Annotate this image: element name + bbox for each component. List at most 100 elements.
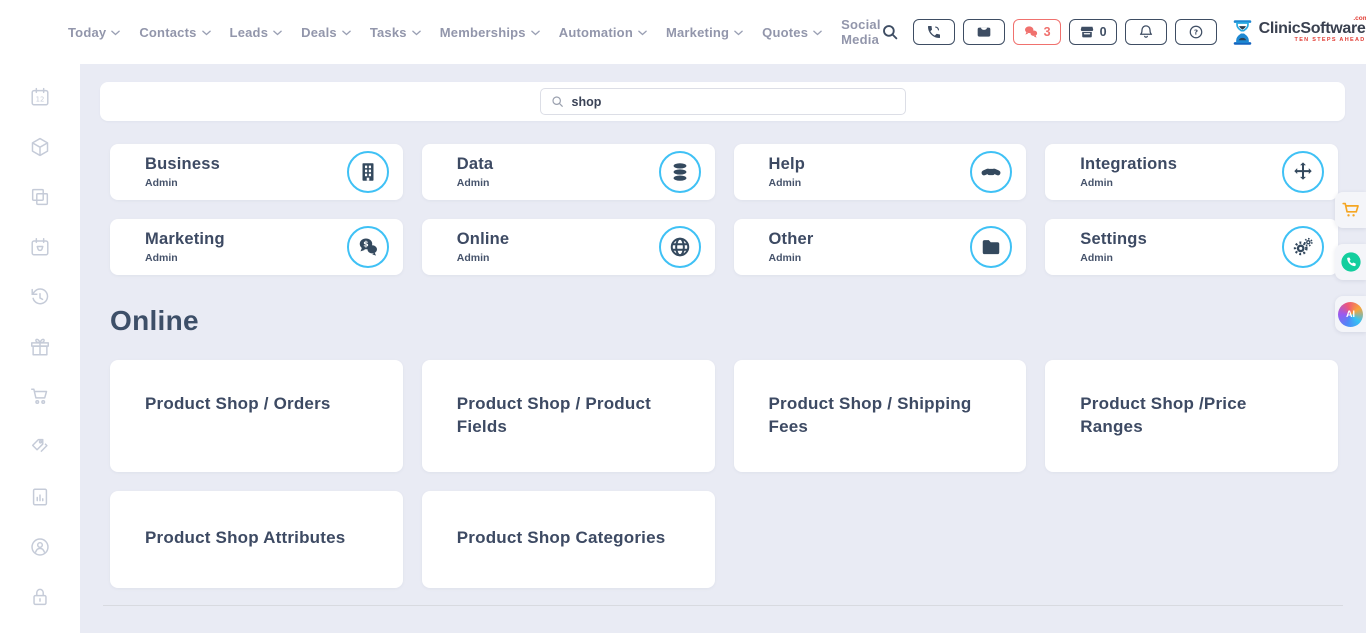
ai-widget[interactable]: AI (1335, 296, 1366, 332)
left-sidebar: 12 (0, 64, 80, 633)
result-card-shipping-fees[interactable]: Product Shop / Shipping Fees (734, 360, 1027, 472)
category-card-business[interactable]: Business Admin (110, 144, 403, 200)
category-subtitle: Admin (457, 252, 510, 264)
nav-item-marketing[interactable]: Marketing (666, 25, 743, 40)
category-card-online[interactable]: Online Admin (422, 219, 715, 275)
admin-category-grid: Business Admin Data Admin Help Admin (110, 144, 1338, 275)
chat-badge: 3 (1044, 25, 1051, 39)
result-title: Product Shop Attributes (145, 528, 345, 547)
nav-item-automation[interactable]: Automation (559, 25, 647, 40)
search-box (540, 88, 906, 115)
sidebar-item-calendar[interactable]: 12 (27, 86, 53, 112)
nav-item-label: Memberships (440, 25, 526, 40)
account-icon (27, 536, 53, 558)
nav-item-label: Contacts (139, 25, 196, 40)
sidebar-item-reports[interactable] (27, 486, 53, 512)
sidebar-item-gifts[interactable] (27, 336, 53, 362)
search-input[interactable] (572, 95, 895, 109)
cart-orange-icon (1340, 199, 1362, 221)
brand-tagline: TEN STEPS AHEAD (1259, 38, 1366, 44)
pos-badge: 0 (1100, 25, 1107, 39)
category-card-integrations[interactable]: Integrations Admin (1045, 144, 1338, 200)
main-nav: Today Contacts Leads Deals Tasks Members… (68, 17, 881, 47)
category-card-marketing[interactable]: Marketing Admin $ (110, 219, 403, 275)
nav-item-tasks[interactable]: Tasks (370, 25, 421, 40)
nav-item-social-media[interactable]: Social Media (841, 17, 881, 47)
chevron-down-icon (638, 30, 647, 36)
category-title: Other (769, 230, 814, 249)
chat-button[interactable]: 3 (1013, 19, 1061, 45)
nav-item-label: Quotes (762, 25, 808, 40)
nav-item-deals[interactable]: Deals (301, 25, 351, 40)
notifications-button[interactable] (1125, 19, 1167, 45)
brand-hourglass-icon (1231, 19, 1254, 46)
svg-text:$: $ (363, 240, 368, 249)
category-subtitle: Admin (1080, 252, 1147, 264)
pos-button[interactable]: 0 (1069, 19, 1117, 45)
category-card-help[interactable]: Help Admin (734, 144, 1027, 200)
nav-item-memberships[interactable]: Memberships (440, 25, 540, 40)
floating-widget-stack: AI (1335, 192, 1366, 332)
history-icon (27, 286, 53, 308)
chat-bubbles-icon (1023, 24, 1039, 40)
svg-text:?: ? (1193, 28, 1197, 37)
category-subtitle: Admin (1080, 177, 1177, 189)
cart-widget[interactable] (1335, 192, 1366, 228)
sidebar-item-products[interactable] (27, 136, 53, 162)
search-input-icon (551, 95, 564, 108)
handshake-icon (980, 161, 1002, 183)
whatsapp-widget[interactable] (1335, 244, 1366, 280)
help-button[interactable]: ? (1175, 19, 1217, 45)
nav-item-label: Tasks (370, 25, 407, 40)
category-icon-circle: $ (347, 226, 389, 268)
result-card-categories[interactable]: Product Shop Categories (422, 491, 715, 588)
category-title: Integrations (1080, 155, 1177, 174)
whatsapp-icon (1340, 251, 1362, 273)
inbox-button[interactable] (963, 19, 1005, 45)
sidebar-item-tags[interactable] (27, 436, 53, 462)
sidebar-item-pages[interactable] (27, 186, 53, 212)
sidebar-item-account[interactable] (27, 536, 53, 562)
result-card-product-fields[interactable]: Product Shop / Product Fields (422, 360, 715, 472)
category-card-settings[interactable]: Settings Admin (1045, 219, 1338, 275)
tags-icon (27, 436, 53, 458)
category-icon-circle (1282, 226, 1324, 268)
category-card-data[interactable]: Data Admin (422, 144, 715, 200)
phone-button[interactable] (913, 19, 955, 45)
brand-name: ClinicSoftware (1259, 20, 1366, 37)
cube-icon (27, 136, 53, 158)
chevron-down-icon (273, 30, 282, 36)
nav-item-leads[interactable]: Leads (230, 25, 283, 40)
help-icon: ? (1188, 24, 1204, 40)
search-results-grid: Product Shop / Orders Product Shop / Pro… (110, 360, 1338, 588)
sidebar-item-security[interactable] (27, 586, 53, 612)
cart-icon (27, 386, 53, 408)
category-subtitle: Admin (769, 252, 814, 264)
sidebar-item-bookings[interactable] (27, 236, 53, 262)
storefront-icon (1079, 24, 1095, 40)
category-icon-circle (1282, 151, 1324, 193)
clinicsoftware-brand-logo[interactable]: ClinicSoftware .com TEN STEPS AHEAD (1231, 19, 1366, 46)
result-title: Product Shop / Product Fields (457, 394, 651, 436)
folder-icon (980, 236, 1002, 258)
category-subtitle: Admin (457, 177, 494, 189)
sidebar-item-cart[interactable] (27, 386, 53, 412)
result-card-price-ranges[interactable]: Product Shop /Price Ranges (1045, 360, 1338, 472)
chevron-down-icon (342, 30, 351, 36)
gift-icon (27, 336, 53, 358)
search-bar-card (100, 82, 1345, 121)
lock-icon (27, 586, 53, 608)
nav-item-quotes[interactable]: Quotes (762, 25, 822, 40)
category-card-other[interactable]: Other Admin (734, 219, 1027, 275)
search-icon[interactable] (881, 23, 899, 41)
result-card-orders[interactable]: Product Shop / Orders (110, 360, 403, 472)
chevron-down-icon (111, 30, 120, 36)
result-card-attributes[interactable]: Product Shop Attributes (110, 491, 403, 588)
topbar-actions: 3 0 ? ClinicSoftware .com TEN S (881, 16, 1366, 49)
nav-item-today[interactable]: Today (68, 25, 120, 40)
category-icon-circle (970, 151, 1012, 193)
comment-dollar-icon: $ (357, 236, 379, 258)
sidebar-item-history[interactable] (27, 286, 53, 312)
bell-icon (1138, 24, 1154, 40)
nav-item-contacts[interactable]: Contacts (139, 25, 210, 40)
